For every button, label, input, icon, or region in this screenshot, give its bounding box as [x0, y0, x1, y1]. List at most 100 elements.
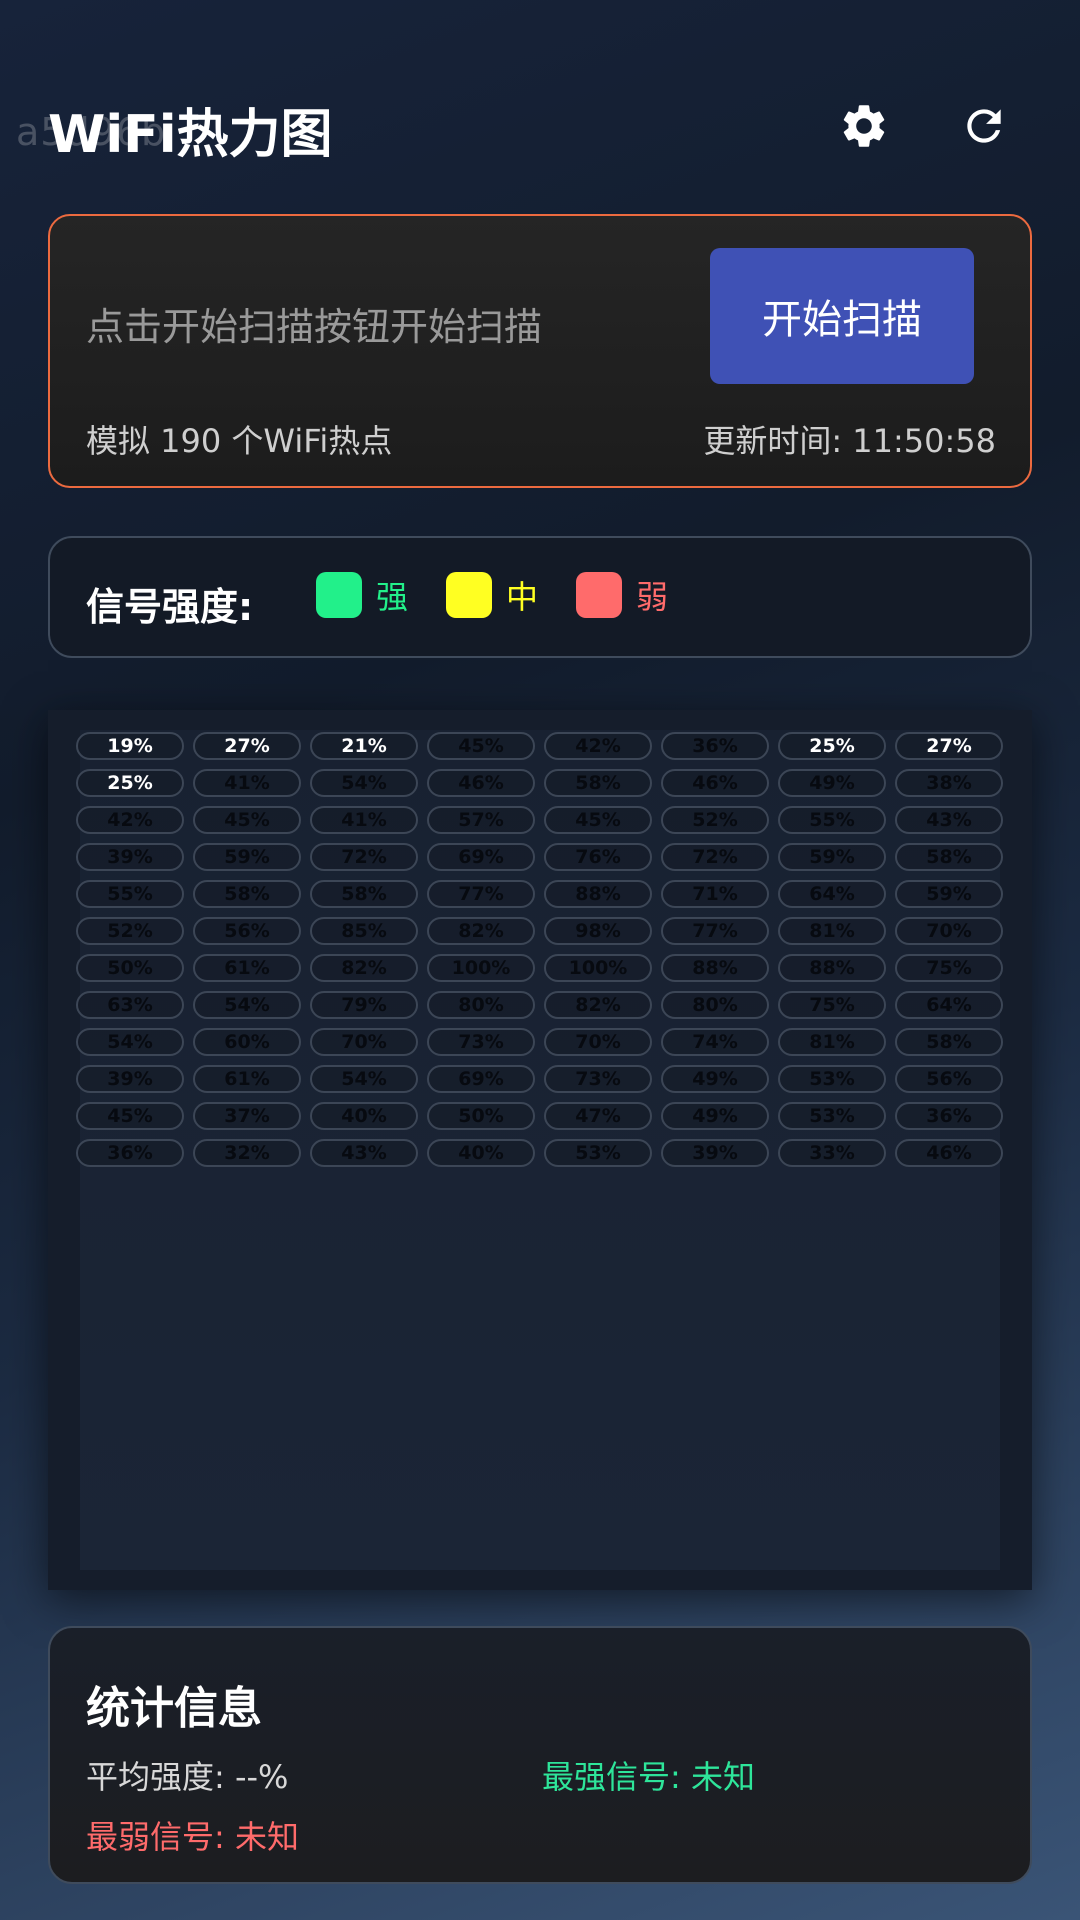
heatmap-cell: 53% — [778, 1102, 886, 1130]
heatmap-cell: 82% — [544, 991, 652, 1019]
heatmap-cell: 70% — [310, 1028, 418, 1056]
heatmap-cell: 74% — [661, 1028, 769, 1056]
legend-item-medium: 中 — [446, 570, 538, 620]
scan-card: 点击开始扫描按钮开始扫描 开始扫描 模拟 190 个WiFi热点 更新时间: 1… — [48, 214, 1032, 488]
heatmap-cell: 64% — [895, 991, 1003, 1019]
heatmap-cell: 72% — [661, 843, 769, 871]
signal-legend: 信号强度: 强 中 弱 — [48, 536, 1032, 658]
heatmap-cell: 63% — [76, 991, 184, 1019]
heatmap-cell: 98% — [544, 917, 652, 945]
stats-title: 统计信息 — [86, 1683, 262, 1734]
refresh-icon — [967, 109, 1001, 143]
legend-swatch-medium — [446, 572, 492, 618]
heatmap-cell: 25% — [76, 769, 184, 797]
heatmap-cell: 54% — [76, 1028, 184, 1056]
heatmap-cell: 59% — [193, 843, 301, 871]
average-strength: 平均强度: --% — [86, 1758, 289, 1796]
update-time: 更新时间: 11:50:58 — [703, 422, 996, 460]
heatmap-cell: 58% — [193, 880, 301, 908]
heatmap-cell: 54% — [310, 769, 418, 797]
heatmap-cell: 49% — [661, 1065, 769, 1093]
heatmap-cell: 56% — [193, 917, 301, 945]
heatmap-cell: 58% — [544, 769, 652, 797]
heatmap-cell: 81% — [778, 917, 886, 945]
heatmap-cell: 38% — [895, 769, 1003, 797]
heatmap-cell: 54% — [193, 991, 301, 1019]
heatmap-cell: 39% — [76, 1065, 184, 1093]
heatmap-cell: 70% — [895, 917, 1003, 945]
settings-button[interactable] — [834, 96, 894, 156]
heatmap-cell: 82% — [427, 917, 535, 945]
heatmap-cell: 32% — [193, 1139, 301, 1167]
heatmap-cell: 45% — [76, 1102, 184, 1130]
heatmap-cell: 77% — [427, 880, 535, 908]
legend-label-strong: 强 — [376, 578, 409, 616]
heatmap-cell: 69% — [427, 1065, 535, 1093]
heatmap-cell: 43% — [310, 1139, 418, 1167]
heatmap-cell: 42% — [76, 806, 184, 834]
heatmap-cell: 81% — [778, 1028, 886, 1056]
strongest-signal: 最强信号: 未知 — [542, 1758, 755, 1796]
heatmap-cell: 45% — [427, 732, 535, 760]
heatmap-cell: 39% — [661, 1139, 769, 1167]
heatmap-cell: 55% — [778, 806, 886, 834]
gear-icon — [843, 105, 885, 147]
heatmap-cell: 46% — [427, 769, 535, 797]
heatmap-cell: 85% — [310, 917, 418, 945]
scan-status-text: 点击开始扫描按钮开始扫描 — [86, 305, 543, 349]
heatmap-cell: 61% — [193, 954, 301, 982]
heatmap-cell: 61% — [193, 1065, 301, 1093]
heatmap-cell: 70% — [544, 1028, 652, 1056]
heatmap-cell: 59% — [895, 880, 1003, 908]
heatmap-cell: 27% — [895, 732, 1003, 760]
heatmap-cell: 76% — [544, 843, 652, 871]
heatmap-cell: 73% — [427, 1028, 535, 1056]
heatmap-cell: 88% — [544, 880, 652, 908]
heatmap-cell: 46% — [661, 769, 769, 797]
legend-label-medium: 中 — [506, 578, 539, 616]
heatmap-cell: 36% — [895, 1102, 1003, 1130]
heatmap-cell: 36% — [661, 732, 769, 760]
heatmap-cell: 82% — [310, 954, 418, 982]
heatmap-cell: 45% — [544, 806, 652, 834]
heatmap-cell: 79% — [310, 991, 418, 1019]
heatmap-cell: 60% — [193, 1028, 301, 1056]
heatmap-cell: 45% — [193, 806, 301, 834]
legend-item-strong: 强 — [316, 570, 408, 620]
refresh-button[interactable] — [954, 96, 1014, 156]
heatmap-cell: 53% — [544, 1139, 652, 1167]
heatmap-cell: 56% — [895, 1065, 1003, 1093]
heatmap-cell: 46% — [895, 1139, 1003, 1167]
heatmap-cell: 41% — [193, 769, 301, 797]
heatmap-cell: 49% — [778, 769, 886, 797]
heatmap-cell: 80% — [427, 991, 535, 1019]
heatmap-cell: 75% — [895, 954, 1003, 982]
heatmap-cell: 43% — [895, 806, 1003, 834]
heatmap-cell: 55% — [76, 880, 184, 908]
heatmap-cell: 50% — [76, 954, 184, 982]
heatmap-cell: 88% — [661, 954, 769, 982]
heatmap-cell: 59% — [778, 843, 886, 871]
heatmap-cell: 58% — [895, 843, 1003, 871]
heatmap-cell: 58% — [310, 880, 418, 908]
heatmap-cell: 40% — [310, 1102, 418, 1130]
stats-card: 统计信息 平均强度: --% 最强信号: 未知 最弱信号: 未知 — [48, 1626, 1032, 1884]
heatmap-cell: 27% — [193, 732, 301, 760]
heatmap-cell: 42% — [544, 732, 652, 760]
heatmap-cell: 25% — [778, 732, 886, 760]
heatmap-cell: 49% — [661, 1102, 769, 1130]
heatmap-cell: 21% — [310, 732, 418, 760]
legend-swatch-weak — [576, 572, 622, 618]
heatmap-cell: 40% — [427, 1139, 535, 1167]
heatmap-cell: 53% — [778, 1065, 886, 1093]
heatmap-cell: 19% — [76, 732, 184, 760]
simulated-hotspot-count: 模拟 190 个WiFi热点 — [86, 422, 393, 460]
heatmap-cell: 36% — [76, 1139, 184, 1167]
heatmap-cell: 47% — [544, 1102, 652, 1130]
heatmap-cell: 100% — [544, 954, 652, 982]
start-scan-button[interactable]: 开始扫描 — [710, 248, 974, 384]
heatmap-cell: 100% — [427, 954, 535, 982]
heatmap-cell: 37% — [193, 1102, 301, 1130]
legend-swatch-strong — [316, 572, 362, 618]
heatmap-cell: 73% — [544, 1065, 652, 1093]
